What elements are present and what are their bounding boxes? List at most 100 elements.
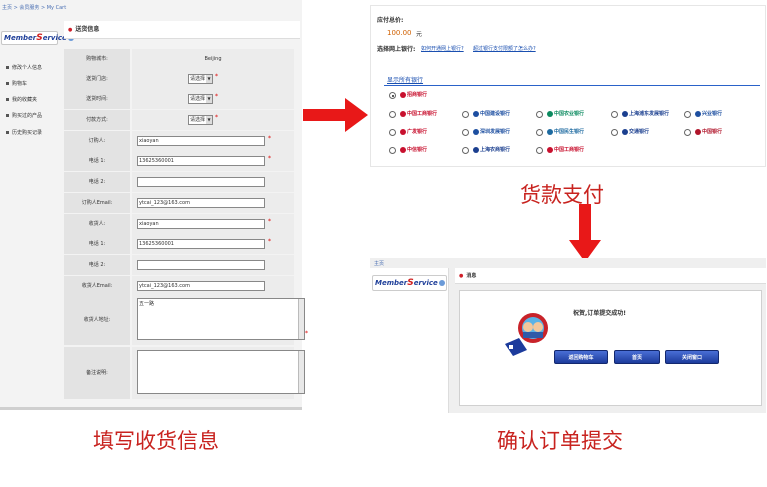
how-open-bank-link[interactable]: 如何开通网上银行? — [421, 45, 464, 52]
form-select[interactable]: 请选择 — [188, 94, 213, 104]
form-label: 收货人Email: — [64, 276, 130, 296]
form-label: 购物城市: — [64, 49, 130, 69]
bank-radio[interactable] — [536, 147, 543, 154]
note-textarea[interactable] — [137, 350, 305, 394]
address-textarea[interactable]: 五一路 — [137, 298, 305, 340]
bank-logo[interactable]: 深圳发展银行 — [473, 128, 510, 135]
sidebar-item-edit-profile[interactable]: 修改个人信息 — [6, 64, 42, 71]
bank-logo[interactable]: 中国农业银行 — [547, 110, 584, 117]
bank-radio[interactable] — [611, 129, 618, 136]
logo-text-1: Member — [4, 34, 37, 42]
bank-radio[interactable] — [684, 111, 691, 118]
form-input[interactable]: 13625360001 — [137, 239, 265, 249]
form-label: 送货时间: — [64, 89, 130, 109]
bank-radio[interactable] — [389, 129, 396, 136]
form-row: 付款方式: 请选择* — [64, 110, 294, 130]
bank-name: 中国银行 — [702, 129, 723, 135]
form-input[interactable]: xiaoyan — [137, 136, 265, 146]
bank-radio[interactable] — [684, 129, 691, 136]
bank-emblem-icon — [473, 110, 479, 117]
form-row: 送货时间: 请选择* — [64, 89, 294, 109]
form-input[interactable]: 13625360001 — [137, 156, 265, 166]
form-label: 订购人Email: — [64, 193, 130, 213]
form-row: 订购人: xiaoyan * — [64, 131, 294, 151]
bank-logo[interactable]: 招商银行 — [400, 91, 427, 98]
form-row: 电话 1: 13625360001 * — [64, 151, 294, 171]
bank-emblem-icon — [473, 128, 479, 135]
bank-logo[interactable]: 兴业银行 — [695, 110, 722, 117]
bank-radio[interactable] — [611, 111, 618, 118]
sidebar-item-favorites[interactable]: 我的收藏夹 — [6, 96, 37, 103]
bank-emblem-icon — [400, 110, 406, 117]
bank-logo[interactable]: 上海浦东发展银行 — [622, 110, 669, 117]
bank-logo[interactable]: 中国民生银行 — [547, 128, 584, 135]
bank-radio[interactable] — [389, 147, 396, 154]
form-row: 购物城市: Beijing — [64, 49, 294, 69]
form-input[interactable]: xiaoyan — [137, 219, 265, 229]
bank-emblem-icon — [400, 128, 406, 135]
form-row: 电话 2: — [64, 172, 294, 192]
bank-radio[interactable] — [389, 111, 396, 118]
textarea-scrollbar[interactable] — [298, 299, 304, 339]
form-row: 订购人Email: ytcai_123@163.com — [64, 193, 294, 213]
member-service-logo: MemberService — [372, 275, 447, 291]
bank-name: 中国工商银行 — [407, 111, 438, 117]
form-input[interactable] — [137, 177, 265, 187]
bank-logo[interactable]: 中国工商银行 — [547, 146, 584, 153]
message-heading: 消息 — [455, 268, 766, 284]
breadcrumb[interactable]: 主页 > 会员服务 > My Cart — [2, 4, 66, 11]
bank-radio[interactable] — [462, 111, 469, 118]
total-unit: 元 — [416, 31, 423, 38]
form-row: 电话 1: 13625360001 * — [64, 234, 294, 254]
bank-logo[interactable]: 中信银行 — [400, 146, 427, 153]
sidebar-item-cart[interactable]: 购物车 — [6, 80, 27, 87]
bank-radio[interactable] — [536, 111, 543, 118]
note-label: 备注说明: — [64, 347, 130, 399]
note-row: 备注说明: — [64, 347, 305, 399]
logo-text-1: Member — [375, 279, 408, 287]
required-mark: * — [268, 238, 271, 245]
bank-radio[interactable] — [389, 92, 396, 99]
bank-logo[interactable]: 中国银行 — [695, 128, 722, 135]
bank-radio[interactable] — [536, 129, 543, 136]
back-to-cart-button[interactable]: 返回购物车 — [554, 350, 608, 364]
form-label: 电话 1: — [64, 234, 130, 254]
bank-name: 招商银行 — [407, 92, 428, 98]
home-button[interactable]: 首页 — [614, 350, 660, 364]
form-label: 电话 1: — [64, 151, 130, 171]
form-input[interactable]: ytcai_123@163.com — [137, 281, 265, 291]
sidebar-item-purchased[interactable]: 购买过的产品 — [6, 112, 42, 119]
bank-logo[interactable]: 交通银行 — [622, 128, 649, 135]
form-row: 收货人: xiaoyan * — [64, 214, 294, 234]
form-label: 送货门店: — [64, 69, 130, 89]
show-all-banks-link[interactable]: 显示所有银行 — [387, 75, 423, 84]
bank-name: 中国工商银行 — [554, 147, 585, 153]
bank-logo[interactable]: 中国建设银行 — [473, 110, 510, 117]
success-breadcrumb[interactable]: 主页 — [374, 260, 384, 267]
form-select[interactable]: 请选择 — [188, 115, 213, 125]
caption-payment: 货款支付 — [520, 183, 604, 207]
form-input[interactable]: ytcai_123@163.com — [137, 198, 265, 208]
bank-logo[interactable]: 广发银行 — [400, 128, 427, 135]
address-label: 收货人地址: — [64, 295, 130, 345]
over-limit-link[interactable]: 超过银行支付限额了怎么办? — [473, 45, 536, 52]
globe-icon — [438, 280, 445, 286]
close-window-button[interactable]: 关闭窗口 — [665, 350, 719, 364]
bank-radio[interactable] — [462, 147, 469, 154]
form-input[interactable] — [137, 260, 265, 270]
textarea-scrollbar[interactable] — [298, 351, 304, 393]
address-row: 收货人地址: 五一路 * — [64, 295, 308, 345]
bank-name: 中国农业银行 — [554, 111, 585, 117]
bank-radio[interactable] — [462, 129, 469, 136]
bank-emblem-icon — [547, 146, 553, 153]
bank-name: 中国建设银行 — [480, 111, 511, 117]
bank-logo[interactable]: 中国工商银行 — [400, 110, 437, 117]
caption-fill-info: 填写收货信息 — [93, 429, 219, 453]
form-select[interactable]: 请选择 — [188, 74, 213, 84]
bank-select-label: 选择网上银行: — [377, 46, 416, 53]
sidebar-item-history[interactable]: 历史购买记录 — [6, 129, 42, 136]
total-label: 应付总价: — [377, 17, 404, 24]
bank-emblem-icon — [473, 146, 479, 153]
bank-logo[interactable]: 上海农商银行 — [473, 146, 510, 153]
total-amount: 100.00 — [387, 29, 412, 37]
